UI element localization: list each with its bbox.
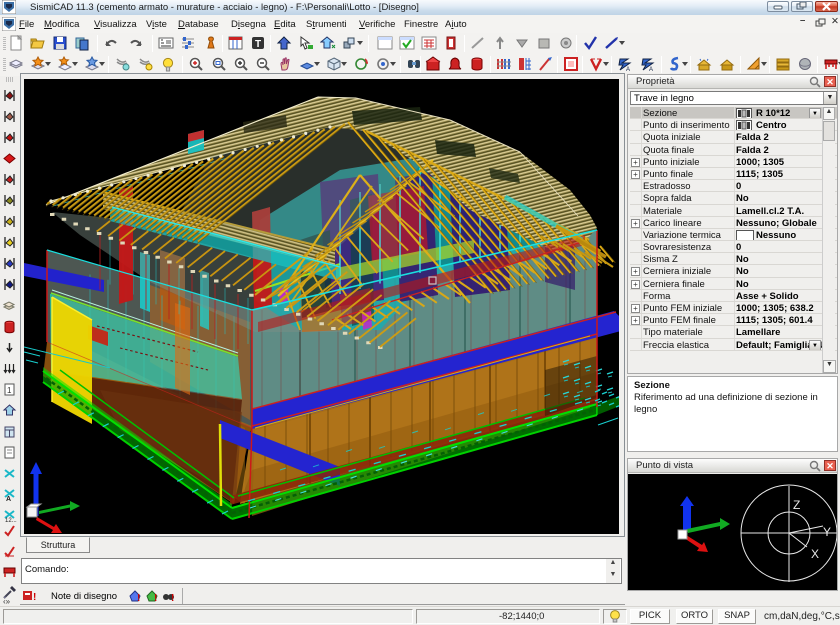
svg-text:!: ! [137,593,140,603]
svg-text:T: T [255,39,261,50]
svg-text:!: ! [33,592,36,602]
svg-text:Y: Y [823,525,831,539]
svg-text:!: ! [171,593,174,603]
svg-text:!: ! [154,593,157,603]
svg-text:X: X [811,547,819,561]
svg-text:1: 1 [7,386,12,395]
svg-text:A: A [6,496,11,502]
svg-text:Z: Z [793,498,800,512]
